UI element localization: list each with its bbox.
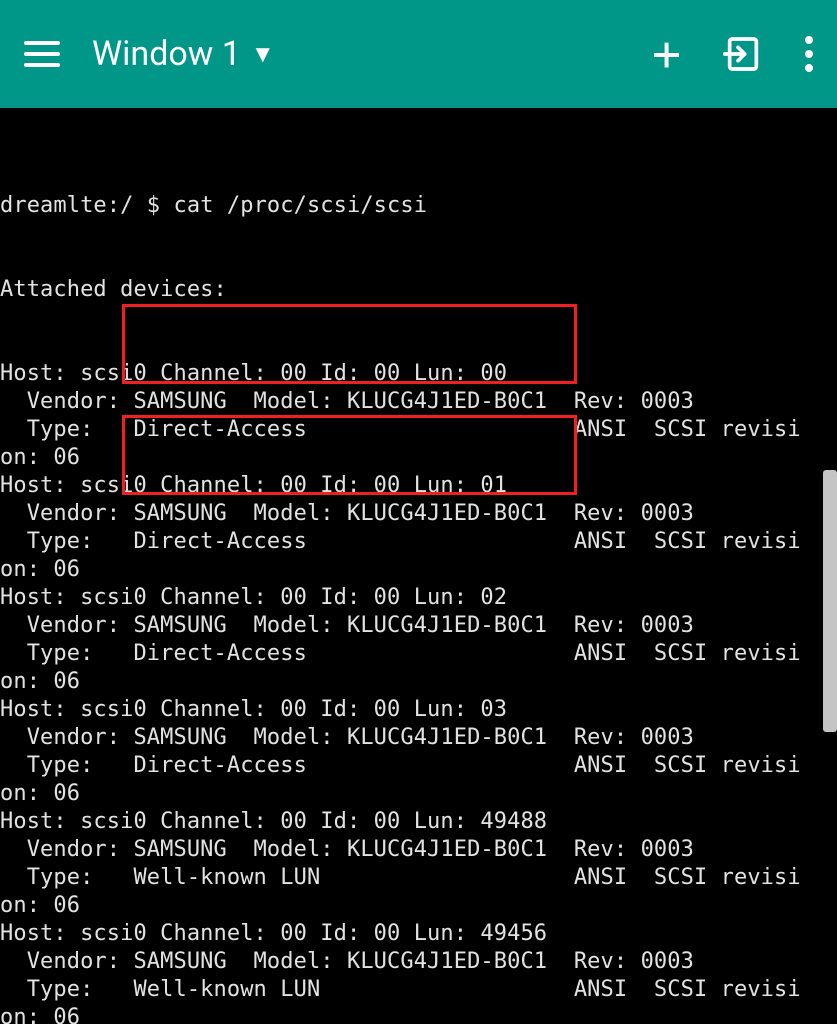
output-line: Host: scsi0 Channel: 00 Id: 00 Lun: 00: [0, 360, 837, 388]
header-actions: +: [652, 34, 813, 74]
window-title: Window 1: [92, 34, 241, 74]
output-line: Vendor: SAMSUNG Model: KLUCG4J1ED-B0C1 R…: [0, 948, 837, 976]
output-line: on: 06: [0, 668, 837, 696]
output-line: Type: Well-known LUN ANSI SCSI revisi: [0, 976, 837, 1004]
output-line: Type: Well-known LUN ANSI SCSI revisi: [0, 864, 837, 892]
output-line: Type: Direct-Access ANSI SCSI revisi: [0, 640, 837, 668]
output-line: Vendor: SAMSUNG Model: KLUCG4J1ED-B0C1 R…: [0, 612, 837, 640]
terminal-output[interactable]: dreamlte:/ $ cat /proc/scsi/scsi Attache…: [0, 108, 837, 1024]
output-line: Vendor: SAMSUNG Model: KLUCG4J1ED-B0C1 R…: [0, 388, 837, 416]
output-line: Host: scsi0 Channel: 00 Id: 00 Lun: 01: [0, 472, 837, 500]
switch-session-button[interactable]: [723, 34, 763, 74]
app-header: Window 1 ▼ +: [0, 0, 837, 108]
output-line: Host: scsi0 Channel: 00 Id: 00 Lun: 4948…: [0, 808, 837, 836]
output-line: on: 06: [0, 556, 837, 584]
output-line: on: 06: [0, 1004, 837, 1024]
app-root: Window 1 ▼ + dreamlte:/ $ cat /proc/scsi…: [0, 0, 837, 1024]
scrollbar-thumb[interactable]: [823, 470, 837, 732]
output-line: Type: Direct-Access ANSI SCSI revisi: [0, 528, 837, 556]
output-line: Host: scsi0 Channel: 00 Id: 00 Lun: 4945…: [0, 920, 837, 948]
output-line: Attached devices:: [0, 276, 837, 304]
output-line: Vendor: SAMSUNG Model: KLUCG4J1ED-B0C1 R…: [0, 836, 837, 864]
output-line: Host: scsi0 Channel: 00 Id: 00 Lun: 03: [0, 696, 837, 724]
output-line: on: 06: [0, 444, 837, 472]
hamburger-icon[interactable]: [24, 34, 64, 74]
chevron-down-icon: ▼: [251, 40, 275, 69]
window-selector[interactable]: Window 1 ▼: [92, 34, 275, 74]
prompt-line: dreamlte:/ $ cat /proc/scsi/scsi: [0, 192, 837, 220]
output-line: on: 06: [0, 780, 837, 808]
header-left: Window 1 ▼: [24, 34, 275, 74]
output-line: Type: Direct-Access ANSI SCSI revisi: [0, 752, 837, 780]
output-line: Vendor: SAMSUNG Model: KLUCG4J1ED-B0C1 R…: [0, 724, 837, 752]
more-menu-button[interactable]: [805, 36, 813, 72]
output-line: Type: Direct-Access ANSI SCSI revisi: [0, 416, 837, 444]
output-line: on: 06: [0, 892, 837, 920]
output-line: Vendor: SAMSUNG Model: KLUCG4J1ED-B0C1 R…: [0, 500, 837, 528]
output-line: Host: scsi0 Channel: 00 Id: 00 Lun: 02: [0, 584, 837, 612]
